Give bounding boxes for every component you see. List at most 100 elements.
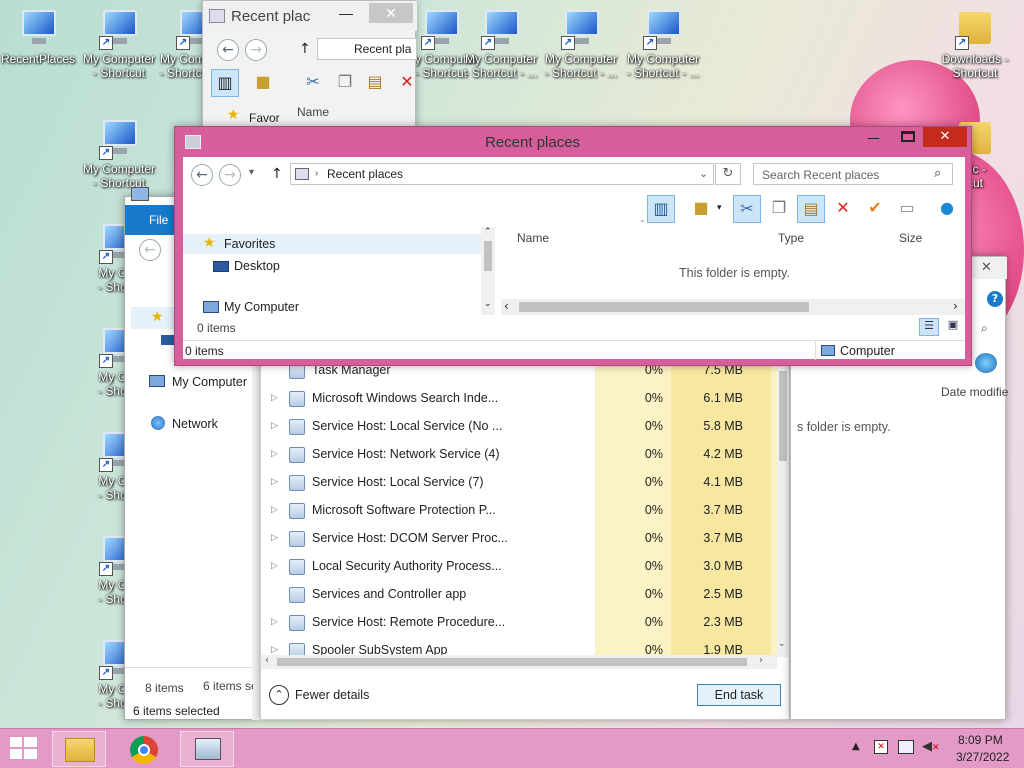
process-row[interactable]: ▷ Service Host: DCOM Server Proc... 0% 3.7 …	[261, 525, 777, 553]
details-view-button[interactable]: ☰	[919, 318, 939, 336]
properties-button[interactable]: ■	[249, 69, 277, 97]
minimize-button[interactable]: —	[867, 131, 880, 146]
up-button[interactable]: ↑	[271, 166, 283, 182]
scrollbar-thumb[interactable]	[484, 241, 492, 271]
scrollbar-thumb[interactable]	[779, 371, 787, 461]
task-manager-window[interactable]: Task Manager 0% 7.5 MB ▷ Microsoft Windows S…	[260, 360, 790, 720]
scroll-down-arrow[interactable]: ⌄	[778, 639, 786, 649]
content-horizontal-scrollbar[interactable]: ‹ ›	[501, 299, 965, 315]
back-button[interactable]: ←	[191, 164, 213, 186]
paste-button[interactable]: ▤	[797, 195, 825, 223]
scroll-down-arrow[interactable]: ⌄	[484, 299, 492, 309]
vertical-scrollbar[interactable]: ⌄	[777, 361, 789, 657]
copy-button[interactable]: ❐	[331, 69, 359, 97]
forward-button[interactable]: →	[219, 164, 241, 186]
delete-button[interactable]: ✕	[393, 69, 421, 97]
refresh-button[interactable]: ↻	[715, 163, 741, 185]
address-bar[interactable]: › Recent places ⌄	[290, 163, 714, 185]
desktop-shortcut-icon[interactable]: ↗My Computer - Shortcut - ...	[622, 8, 704, 80]
minimize-button[interactable]: —	[339, 5, 353, 21]
taskbar-task-manager[interactable]	[180, 731, 234, 767]
name-column-header[interactable]: Name	[517, 231, 549, 245]
volume-muted-icon[interactable]: ◀✕	[922, 739, 940, 754]
close-icon[interactable]: ✕	[981, 260, 992, 275]
nav-my-computer[interactable]: My Computer	[183, 298, 481, 318]
close-button[interactable]: ✕	[923, 127, 967, 147]
nav-scrollbar[interactable]: ⌃ ⌄	[481, 227, 495, 315]
clock-date[interactable]: 3/27/2022	[956, 750, 1009, 764]
up-button[interactable]: ↑	[299, 41, 311, 57]
taskbar-chrome[interactable]	[116, 731, 170, 767]
process-row[interactable]: ▷ Service Host: Network Service (4) 0% 4.2 …	[261, 441, 777, 469]
expand-chevron-icon[interactable]: ▷	[271, 532, 278, 543]
horizontal-scrollbar[interactable]: ‹ ›	[261, 655, 777, 669]
nav-my-computer[interactable]: My Computer	[172, 375, 247, 389]
process-row[interactable]: ▷ Microsoft Software Protection P... 0% 3.7…	[261, 497, 777, 525]
recent-places-window-back[interactable]: Recent plac — ✕ ← → ↑ Recent pla ▥ ■ ✂ ❐…	[202, 0, 417, 128]
search-icon[interactable]: ⌕	[981, 321, 988, 336]
recent-places-window[interactable]: Recent places — ✕ ← → ▾ ↑ › Recent place…	[174, 126, 972, 366]
properties-dropdown[interactable]: ▾	[717, 203, 722, 213]
expand-chevron-icon[interactable]: ▷	[271, 616, 278, 627]
pane-toggle-button[interactable]: ▥	[211, 69, 239, 97]
close-button[interactable]: ✕	[369, 3, 413, 23]
scrollbar-thumb[interactable]	[277, 658, 747, 666]
process-row[interactable]: ▷ Local Security Authority Process... 0% 3.…	[261, 553, 777, 581]
action-center-icon[interactable]: ✕	[874, 740, 888, 754]
desktop-shortcut-icon[interactable]: ↗ Downloads - Shortcut	[934, 8, 1016, 80]
properties-button[interactable]: ■	[687, 195, 715, 223]
fewer-details-button[interactable]: ⌃ Fewer details	[269, 685, 389, 707]
nav-network[interactable]: Network	[172, 417, 218, 431]
show-hidden-icons-button[interactable]: ▲	[852, 741, 860, 752]
scroll-left-arrow[interactable]: ‹	[504, 299, 509, 313]
date-modified-header[interactable]: Date modifie	[941, 385, 1008, 399]
back-button[interactable]: ←	[139, 239, 161, 261]
process-row[interactable]: ▷ Service Host: Local Service (No ... 0% 5.…	[261, 413, 777, 441]
scroll-right-arrow[interactable]: ›	[759, 655, 763, 666]
maximize-button[interactable]	[901, 131, 915, 142]
address-bar[interactable]: Recent pla	[317, 38, 417, 60]
clock-time[interactable]: 8:09 PM	[958, 733, 1003, 747]
scrollbar-thumb[interactable]	[519, 302, 809, 312]
back-button[interactable]: ←	[217, 39, 239, 61]
desktop-shortcut-icon[interactable]: ↗My Computer - Shortcut	[78, 8, 160, 80]
process-row[interactable]: ▷ Microsoft Windows Search Inde... 0% 6.1 M…	[261, 385, 777, 413]
expand-chevron-icon[interactable]: ▷	[271, 448, 278, 459]
rename-button[interactable]: ▭	[893, 195, 921, 223]
help-icon[interactable]: ?	[987, 291, 1003, 307]
scroll-right-arrow[interactable]: ›	[953, 299, 958, 313]
paste-button[interactable]: ▤	[361, 69, 389, 97]
expand-chevron-icon[interactable]: ▷	[271, 392, 278, 403]
pane-toggle-button[interactable]: ▥	[647, 195, 675, 223]
recent-locations-dropdown[interactable]: ▾	[249, 167, 254, 178]
expand-chevron-icon[interactable]: ▷	[271, 420, 278, 431]
forward-button[interactable]: →	[245, 39, 267, 61]
expand-chevron-icon[interactable]: ▷	[271, 476, 278, 487]
process-row[interactable]: ▷ Spooler SubSystem App 0% 1.9 MB	[261, 637, 777, 657]
check-button[interactable]: ✔	[861, 195, 889, 223]
favorites-label[interactable]: Favor	[249, 111, 280, 125]
process-list[interactable]: Task Manager 0% 7.5 MB ▷ Microsoft Windows S…	[261, 361, 777, 657]
taskbar-file-explorer[interactable]	[52, 731, 106, 767]
desktop-shortcut-icon[interactable]: ↗My Computer - Shortcut - ...	[540, 8, 622, 80]
desktop-shortcut-icon[interactable]: ↗My Computer - Shortcut - ...	[460, 8, 542, 80]
nav-desktop[interactable]: Desktop	[183, 257, 481, 277]
favorites-row[interactable]: ★ Favorites	[183, 234, 481, 254]
chevron-down-icon[interactable]: ⌄	[699, 164, 708, 184]
expand-chevron-icon[interactable]: ▷	[271, 644, 278, 655]
process-row[interactable]: ▷ Service Host: Local Service (7) 0% 4.1 MB	[261, 469, 777, 497]
start-button[interactable]	[10, 737, 38, 761]
type-column-header[interactable]: Type	[778, 231, 804, 245]
expand-chevron-icon[interactable]: ▷	[271, 560, 278, 571]
file-tab[interactable]: File	[125, 205, 175, 235]
cut-button[interactable]: ✂	[299, 69, 327, 97]
process-row[interactable]: ▷ Service Host: Remote Procedure... 0% 2.3 …	[261, 609, 777, 637]
end-task-button[interactable]: End task	[697, 684, 781, 706]
scroll-up-arrow[interactable]: ⌃	[484, 227, 492, 237]
desktop-shortcut-icon[interactable]: RecentPlaces	[0, 8, 79, 66]
network-icon[interactable]	[898, 740, 914, 754]
copy-button[interactable]: ❐	[765, 195, 793, 223]
large-icons-view-button[interactable]: ▣	[943, 318, 963, 336]
size-column-header[interactable]: Size	[899, 231, 922, 245]
name-column-header[interactable]: Name	[297, 105, 329, 119]
